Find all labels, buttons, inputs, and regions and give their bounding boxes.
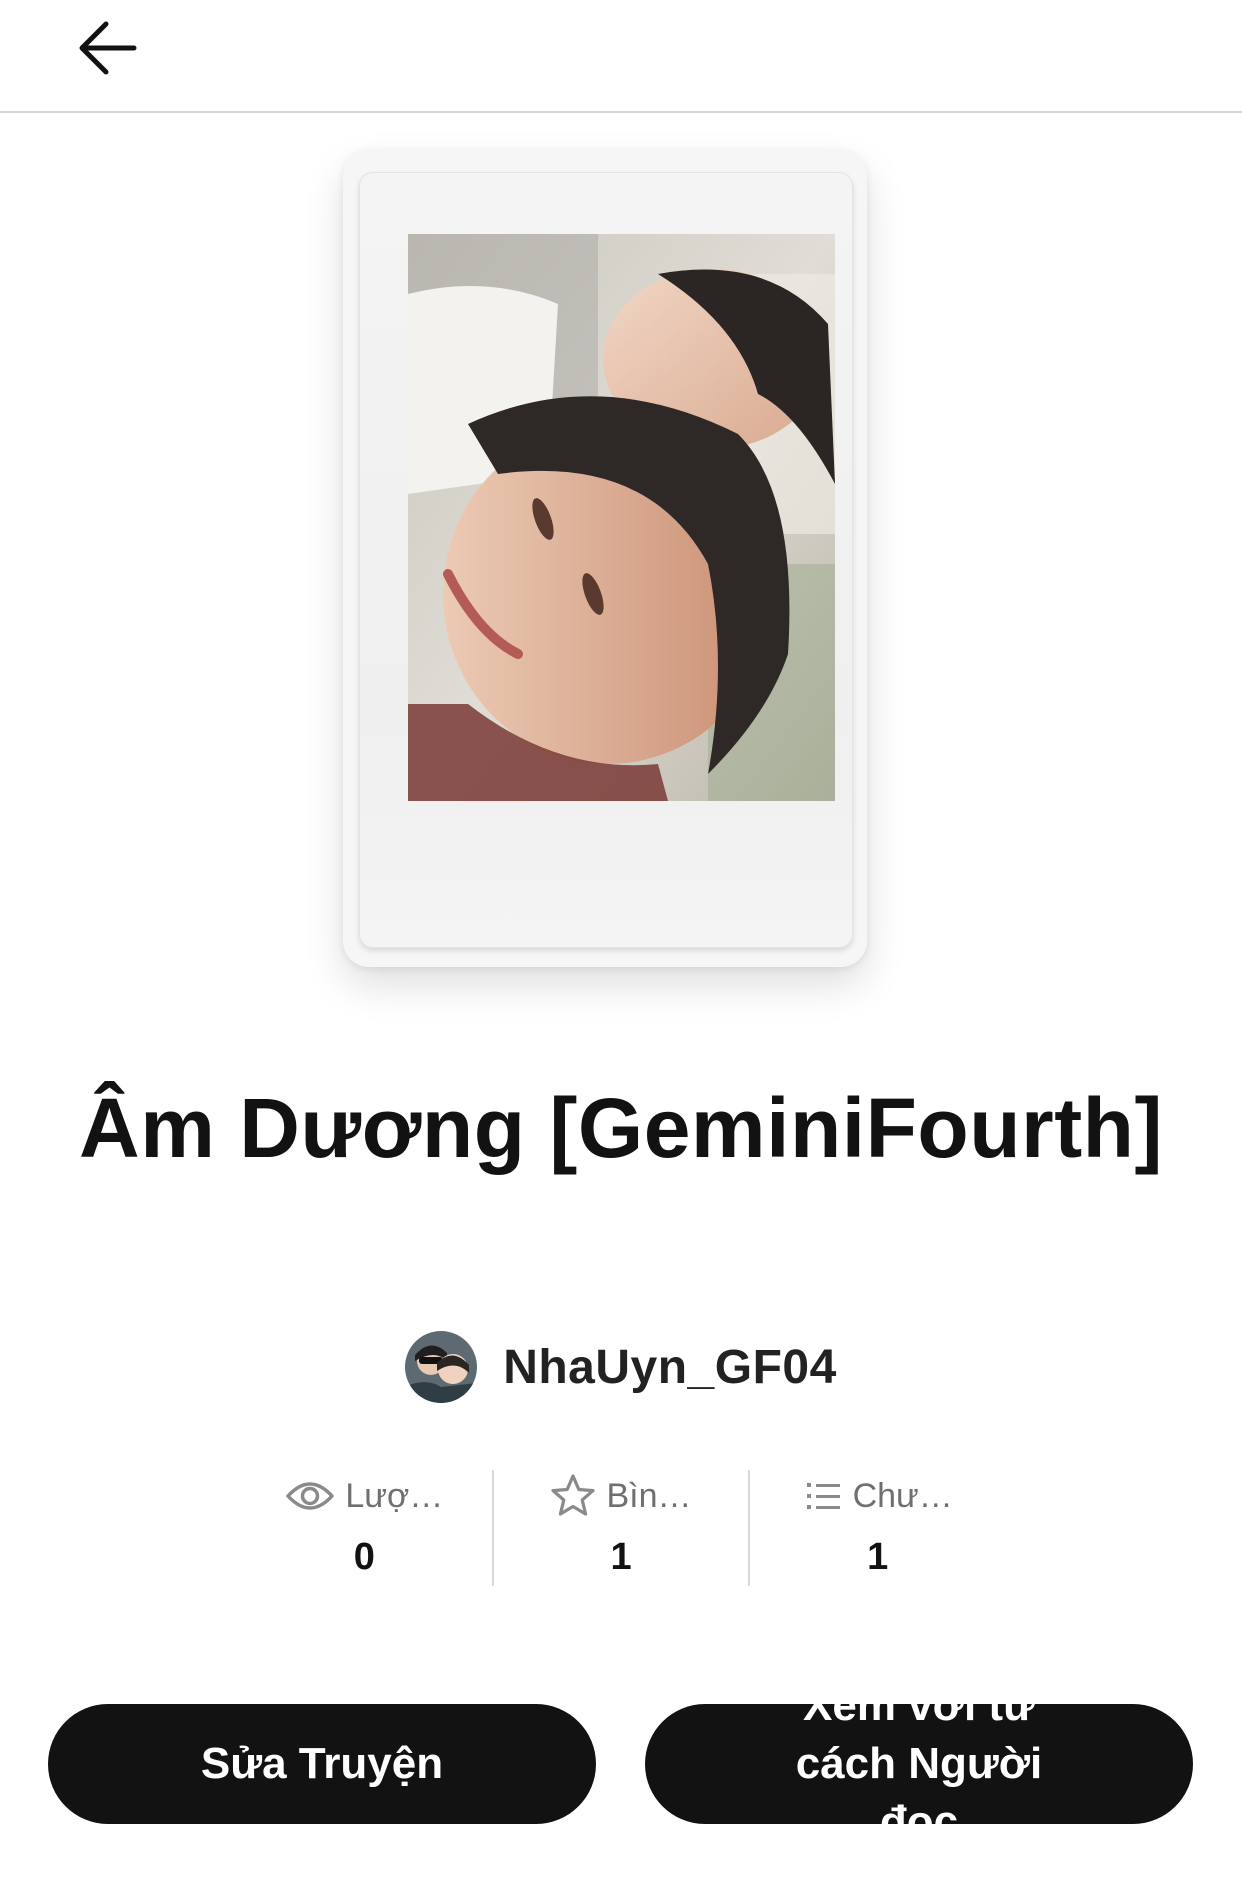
author-row[interactable]: NhaUyn_GF04 — [0, 1330, 1242, 1404]
eye-icon — [286, 1482, 335, 1510]
story-cover — [343, 150, 867, 967]
author-name[interactable]: NhaUyn_GF04 — [503, 1340, 837, 1395]
stat-value: 0 — [353, 1536, 375, 1578]
stat-value: 1 — [867, 1536, 889, 1578]
stat-label: Lượ… — [345, 1476, 444, 1515]
stat-label: Chư… — [852, 1476, 953, 1515]
stat-votes: Bìn… 1 — [491, 1470, 749, 1586]
story-title: Âm Dương [GeminiFourth] — [79, 1081, 1163, 1175]
arrow-left-icon — [79, 21, 137, 75]
stat-reads: Lượ… 0 — [237, 1470, 492, 1586]
list-icon — [806, 1483, 840, 1509]
star-icon — [551, 1474, 596, 1516]
stat-parts: Chư… 1 — [748, 1470, 1005, 1586]
author-avatar[interactable] — [405, 1331, 478, 1403]
view-as-reader-button[interactable]: Xem với tư cách Người đọc — [645, 1681, 1193, 1846]
stat-value: 1 — [610, 1536, 632, 1578]
stat-label: Bìn… — [606, 1476, 692, 1515]
edit-story-button[interactable]: Sửa Truyện — [48, 1704, 596, 1824]
back-button[interactable] — [60, 0, 156, 96]
top-bar — [0, 0, 1242, 113]
cover-photo — [408, 234, 835, 801]
polaroid-frame — [359, 172, 853, 948]
story-stats: Lượ… 0 Bìn… 1 Chư… 1 — [237, 1470, 1005, 1586]
